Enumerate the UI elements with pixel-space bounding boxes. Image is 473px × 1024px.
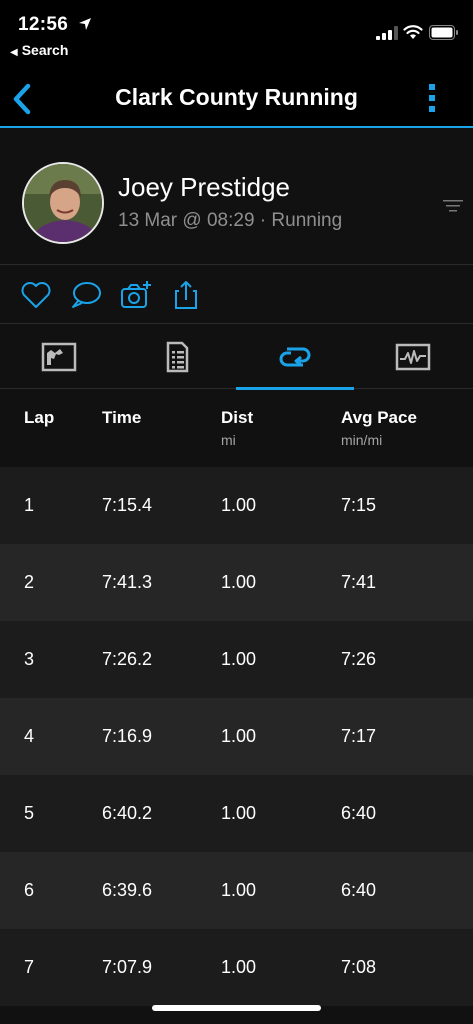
lap-pace: 7:17 [341,726,377,746]
tab-charts[interactable] [354,325,472,389]
home-indicator[interactable] [152,1005,321,1011]
activity-subtitle: 13 Mar @ 08:29 · Running [118,210,343,231]
lap-number: 1 [24,495,35,515]
navigation-bar: Clark County Running [0,70,473,128]
tab-laps[interactable] [236,325,354,390]
table-row[interactable]: 5 6:40.2 1.00 6:40 [0,775,473,852]
pace-unit: min/mi [341,432,383,448]
lap-pace: 7:26 [341,649,377,669]
lap-number: 3 [24,649,35,669]
activity-laps-screen: 12:56 ◀ Search Clark County Running Joey… [0,0,473,1024]
tab-details[interactable] [118,325,236,389]
lap-pace: 7:41 [341,572,377,592]
laps-table-body: 1 7:15.4 1.00 7:15 2 7:41.3 1.00 7:41 3 … [0,467,473,1006]
battery-icon [429,25,458,40]
lap-pace: 6:40 [341,803,377,823]
column-header-lap: Lap [24,408,54,428]
lap-pace: 6:40 [341,880,377,900]
activity-tabs [0,325,473,390]
back-to-search-link[interactable]: ◀ Search [10,42,68,58]
back-triangle-icon: ◀ [10,47,18,58]
lap-time: 7:15.4 [102,495,153,515]
lap-number: 6 [24,880,35,900]
lap-distance: 1.00 [221,957,257,977]
lap-time: 7:26.2 [102,649,153,669]
heart-icon[interactable] [20,280,52,310]
status-bar: 12:56 ◀ Search [0,0,473,70]
lap-time: 7:41.3 [102,572,153,592]
avatar[interactable] [22,162,104,244]
table-row[interactable]: 3 7:26.2 1.00 7:26 [0,621,473,698]
lap-number: 2 [24,572,35,592]
camera-add-icon[interactable] [120,280,152,310]
details-icon [166,341,189,373]
lap-distance: 1.00 [221,649,257,669]
column-header-lap-label: Lap [24,408,55,427]
table-row[interactable]: 1 7:15.4 1.00 7:15 [0,467,473,544]
laps-icon [279,347,311,367]
dist-unit: mi [221,432,236,448]
location-arrow-icon [79,18,91,30]
lap-distance: 1.00 [221,495,257,515]
share-icon[interactable] [170,280,202,310]
lap-pace: 7:15 [341,495,377,515]
column-header-time-label: Time [102,408,142,427]
lap-time: 6:40.2 [102,803,153,823]
athlete-name[interactable]: Joey Prestidge [118,172,290,203]
lap-distance: 1.00 [221,572,257,592]
cellular-signal-icon [376,26,398,40]
laps-table-header: Lap Time Dist mi Avg Pace min/mi [0,390,473,467]
table-row[interactable]: 7 7:07.9 1.00 7:08 [0,929,473,1006]
lap-number: 5 [24,803,35,823]
map-icon [41,342,77,372]
filter-lines-icon[interactable] [443,198,463,214]
lap-distance: 1.00 [221,880,257,900]
lap-number: 7 [24,957,35,977]
lap-time: 7:16.9 [102,726,153,746]
column-header-dist: Dist mi [221,408,253,448]
lap-time: 6:39.6 [102,880,153,900]
comment-icon[interactable] [70,280,102,310]
table-row[interactable]: 2 7:41.3 1.00 7:41 [0,544,473,621]
column-header-dist-label: Dist [221,408,254,427]
back-to-search-label: Search [21,42,69,58]
table-row[interactable]: 6 6:39.6 1.00 6:40 [0,852,473,929]
lap-distance: 1.00 [221,803,257,823]
lap-time: 7:07.9 [102,957,153,977]
column-header-time: Time [102,408,141,428]
column-header-pace-label: Avg Pace [341,408,417,427]
lap-number: 4 [24,726,35,746]
status-time: 12:56 [18,14,69,35]
page-title: Clark County Running [115,84,358,110]
table-row[interactable]: 4 7:16.9 1.00 7:17 [0,698,473,775]
activity-header: Joey Prestidge 13 Mar @ 08:29 · Running [0,130,473,265]
wifi-icon [403,25,423,39]
avatar-photo [24,164,102,242]
lap-distance: 1.00 [221,726,257,746]
activity-actions [0,266,473,324]
lap-pace: 7:08 [341,957,377,977]
column-header-pace: Avg Pace min/mi [341,408,417,448]
chart-icon [395,343,431,371]
tab-map[interactable] [0,325,118,389]
more-options-icon[interactable] [420,80,444,116]
